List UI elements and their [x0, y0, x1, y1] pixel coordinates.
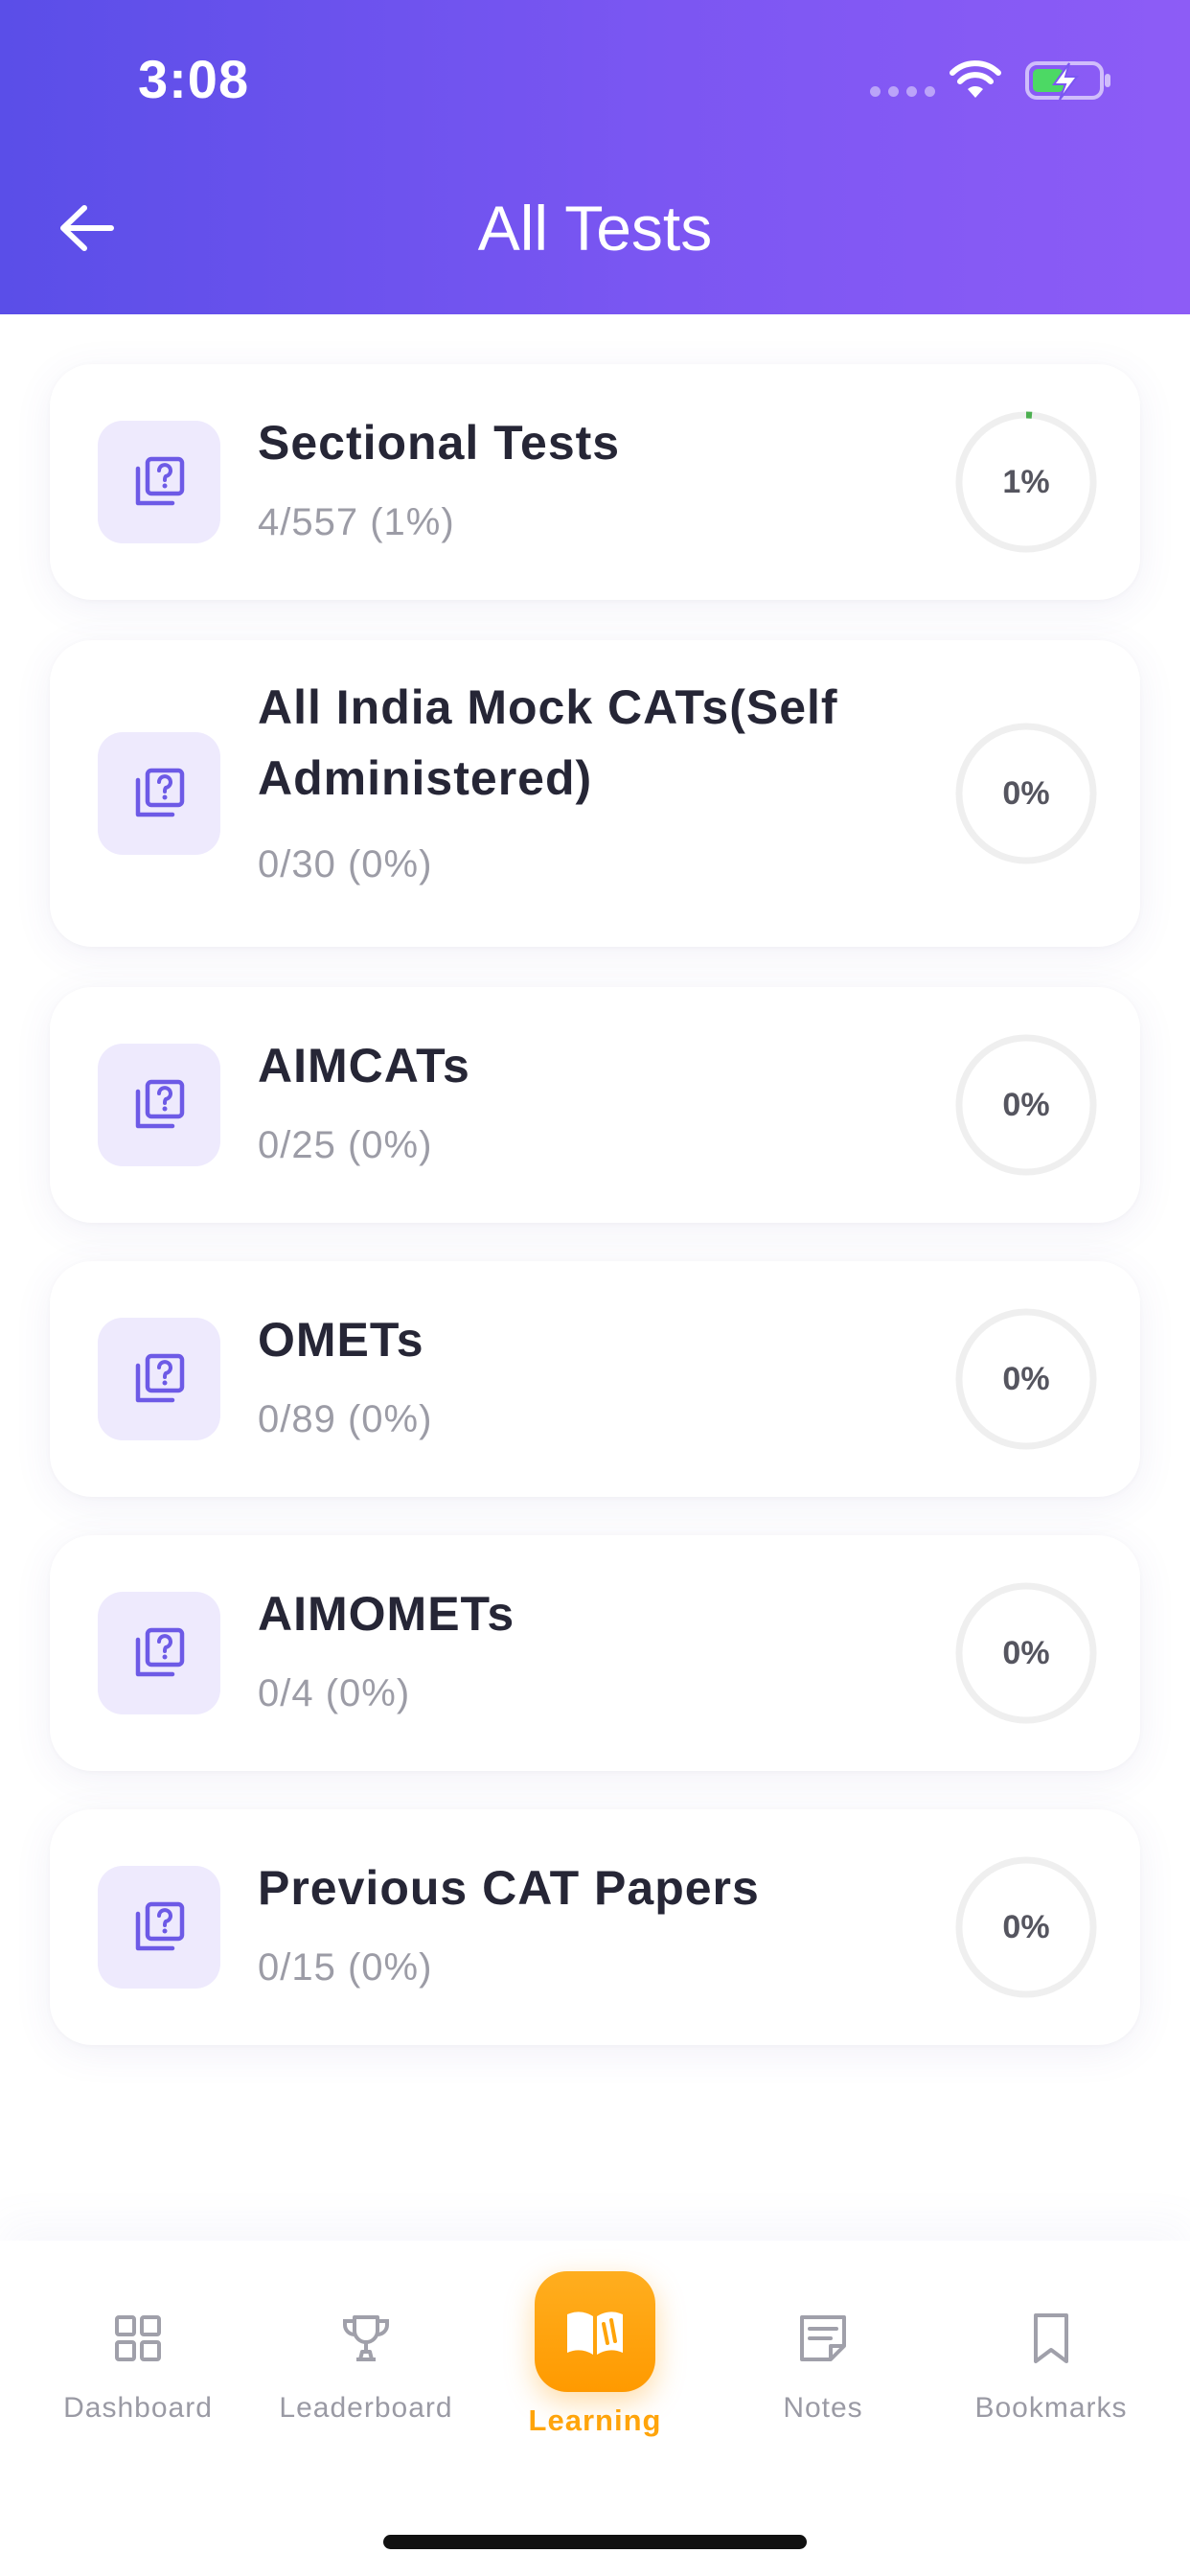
trophy-icon	[343, 2315, 389, 2361]
test-category-title: OMETs	[258, 1313, 424, 1367]
learning-active-bubble	[535, 2271, 655, 2392]
test-category-title: All India Mock CATs(Self Administered)	[258, 680, 838, 805]
bottom-navigation: Dashboard Leaderboard Learning Notes Boo…	[0, 2241, 1190, 2576]
nav-label-leaderboard: Leaderboard	[279, 2392, 453, 2424]
test-category-card[interactable]: Sectional Tests 4/557 (1%) 1%	[50, 364, 1140, 600]
progress-percent-label: 0%	[1002, 1908, 1050, 1945]
quiz-stack-icon	[98, 1318, 220, 1440]
test-category-card[interactable]: All India Mock CATs(Self Administered) 0…	[50, 640, 1140, 947]
progress-ring: 0%	[952, 1031, 1100, 1179]
wifi-icon	[950, 60, 1001, 98]
nav-label-bookmarks: Bookmarks	[974, 2392, 1128, 2424]
test-category-card[interactable]: OMETs 0/89 (0%) 0%	[50, 1261, 1140, 1497]
test-category-card[interactable]: Previous CAT Papers 0/15 (0%) 0%	[50, 1809, 1140, 2045]
progress-percent-label: 0%	[1002, 1634, 1050, 1671]
status-time: 3:08	[138, 49, 250, 109]
progress-ring: 0%	[952, 1853, 1100, 2001]
nav-item-leaderboard[interactable]: Leaderboard	[261, 2241, 471, 2480]
quiz-stack-icon	[98, 421, 220, 543]
progress-ring: 0%	[952, 720, 1100, 867]
nav-item-bookmarks[interactable]: Bookmarks	[946, 2241, 1156, 2480]
progress-percent-label: 0%	[1002, 1360, 1050, 1397]
page-title: All Tests	[477, 193, 713, 264]
progress-ring: 1%	[952, 408, 1100, 556]
test-category-count: 0/25 (0%)	[258, 1124, 433, 1166]
test-category-count: 0/30 (0%)	[258, 843, 433, 886]
open-book-icon	[567, 2312, 623, 2355]
nav-item-dashboard[interactable]: Dashboard	[33, 2241, 243, 2480]
progress-percent-label: 1%	[1002, 463, 1050, 500]
test-category-count: 0/15 (0%)	[258, 1946, 433, 1989]
test-category-title: AIMOMETs	[258, 1587, 515, 1641]
home-indicator	[383, 2535, 807, 2549]
bookmark-icon	[1034, 2313, 1068, 2363]
app-header: 3:08 All Tests	[0, 0, 1190, 314]
test-category-count: 4/557 (1%)	[258, 501, 455, 543]
progress-percent-label: 0%	[1002, 1086, 1050, 1123]
battery-charging-icon	[1025, 61, 1110, 101]
nav-label-dashboard: Dashboard	[63, 2392, 213, 2424]
quiz-stack-icon	[98, 1044, 220, 1166]
test-category-card[interactable]: AIMCATs 0/25 (0%) 0%	[50, 987, 1140, 1223]
nav-label-notes: Notes	[783, 2392, 863, 2424]
quiz-stack-icon	[98, 1592, 220, 1714]
cellular-signal-icon	[870, 86, 935, 97]
note-icon	[800, 2315, 846, 2361]
progress-ring: 0%	[952, 1579, 1100, 1727]
test-category-count: 0/89 (0%)	[258, 1398, 433, 1440]
nav-item-learning[interactable]: Learning	[490, 2241, 700, 2480]
quiz-stack-icon	[98, 1866, 220, 1989]
progress-ring: 0%	[952, 1305, 1100, 1453]
test-category-title: AIMCATs	[258, 1039, 470, 1092]
quiz-stack-icon	[98, 732, 220, 855]
progress-percent-label: 0%	[1002, 774, 1050, 812]
test-category-title: Sectional Tests	[258, 416, 621, 470]
nav-item-notes[interactable]: Notes	[718, 2241, 928, 2480]
test-category-title: Previous CAT Papers	[258, 1861, 760, 1915]
test-category-card[interactable]: AIMOMETs 0/4 (0%) 0%	[50, 1535, 1140, 1771]
test-category-count: 0/4 (0%)	[258, 1672, 411, 1714]
grid-icon	[115, 2315, 161, 2361]
nav-label-learning: Learning	[528, 2404, 662, 2437]
